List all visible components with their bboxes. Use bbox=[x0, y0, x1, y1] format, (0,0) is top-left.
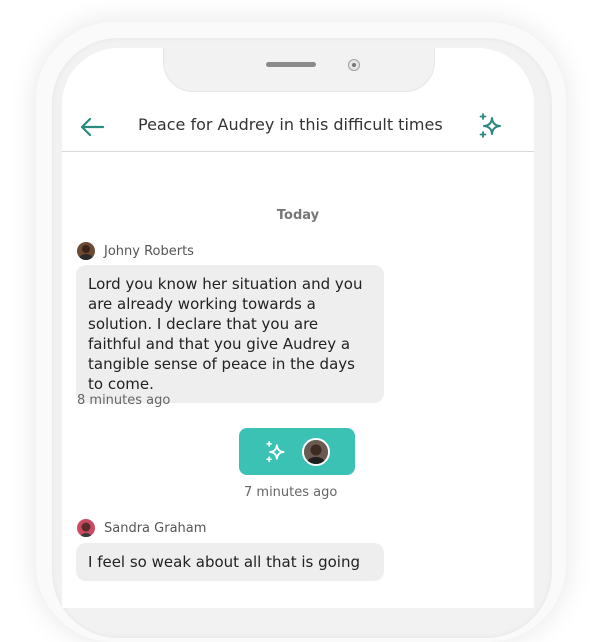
message-timestamp: 8 minutes ago bbox=[77, 393, 171, 408]
sparkles-icon bbox=[266, 440, 285, 462]
avatar bbox=[77, 519, 95, 537]
message-author: Johny Roberts bbox=[77, 242, 194, 260]
front-camera bbox=[348, 59, 360, 71]
message-bubble[interactable]: Lord you know her situation and you are … bbox=[76, 265, 384, 403]
back-button[interactable] bbox=[76, 111, 108, 143]
message-author: Sandra Graham bbox=[77, 519, 206, 537]
avatar bbox=[77, 242, 95, 260]
phone-notch bbox=[163, 48, 435, 92]
reaction-avatar bbox=[302, 437, 330, 466]
reaction-button[interactable] bbox=[239, 428, 355, 475]
reaction-timestamp: 7 minutes ago bbox=[244, 485, 338, 500]
day-divider: Today bbox=[276, 208, 320, 223]
app-screen: Peace for Audrey in this difficult times… bbox=[62, 48, 534, 608]
sparkles-button[interactable] bbox=[474, 109, 508, 143]
author-name: Johny Roberts bbox=[104, 243, 194, 259]
page-title: Peace for Audrey in this difficult times bbox=[138, 115, 443, 134]
speaker-grille bbox=[266, 62, 316, 67]
author-name: Sandra Graham bbox=[104, 520, 207, 536]
message-bubble[interactable]: I feel so weak about all that is going bbox=[76, 543, 384, 581]
chat-header: Peace for Audrey in this difficult times bbox=[62, 103, 534, 152]
sparkles-icon bbox=[479, 113, 501, 138]
arrow-left-icon bbox=[80, 117, 105, 137]
